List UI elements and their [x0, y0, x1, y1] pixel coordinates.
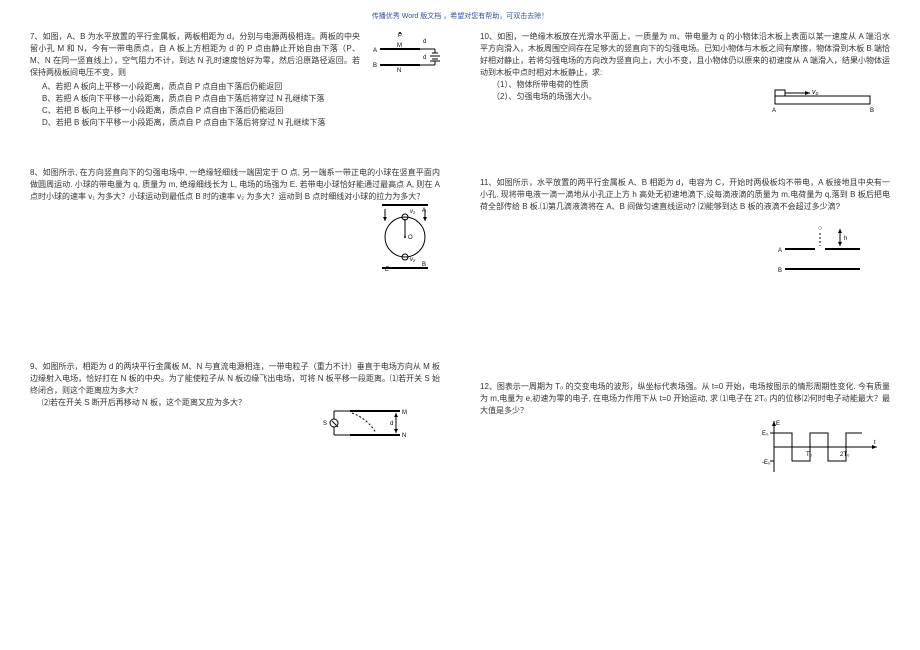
choice-7B: B、若把 A 板向下平移一小段距离，质点自 P 点自由下落后将穿过 N 孔继续下… — [42, 93, 360, 105]
fig-8-circle: A B O E v₁ v₂ — [370, 203, 440, 273]
problem-10: 10、如图，一绝缘木板放在光滑水平面上，一质量为 m、带电量为 q 的小物体沿木… — [480, 31, 890, 121]
problem-11: 11、如图所示，水平放置的两平行金属板 A、B 相距为 d，电容为 C，开始时两… — [480, 177, 890, 287]
right-column: 10、如图，一绝缘木板放在光滑水平面上，一质量为 m、带电量为 q 的小物体沿木… — [480, 31, 890, 489]
fig8-v2: v₂ — [410, 257, 416, 263]
fig12-mE0: -E₀ — [762, 460, 771, 466]
fig12-E0: E₀ — [762, 431, 769, 437]
fig7-A: A — [373, 48, 377, 54]
fig-9-svg: S M N d — [318, 405, 410, 445]
fig12-T0: T₀ — [806, 452, 813, 458]
fig-7-capacitor: P M N A B d d — [370, 31, 450, 81]
fig8-O: O — [408, 235, 413, 241]
problem-12-body: 图表示一周期为 T₀ 的交变电场的波形，纵坐标代表场强。从 t=0 开始，电场按… — [480, 382, 890, 415]
problem-7-body: 如图，A、B 为水平放置的平行金属板，两板相距为 d，分别与电源两极相连。两板的… — [30, 32, 360, 77]
problem-10-num: 10、 — [480, 32, 497, 41]
fig10-A: A — [772, 108, 776, 114]
fig-12-wave: E E₀ -E₀ T₀ 2T₀ t — [762, 417, 882, 477]
fig11-B: B — [778, 268, 782, 274]
fig-11-svg: ○ h A B — [770, 219, 880, 279]
problem-9: 9、如图所示，相距为 d 的两块平行金属板 M、N 与直流电源相连，一带电粒子（… — [30, 361, 440, 451]
fig9-S: S — [323, 421, 327, 427]
fig12-t: t — [874, 440, 876, 446]
problem-12: 12、图表示一周期为 T₀ 的交变电场的波形，纵坐标代表场强。从 t=0 开始，… — [480, 381, 890, 471]
fig11-h: h — [844, 236, 847, 242]
problem-11-body: 如图所示，水平放置的两平行金属板 A、B 相距为 d，电容为 C，开始时两极板均… — [480, 178, 890, 211]
left-column: 7、如图，A、B 为水平放置的平行金属板，两板相距为 d，分别与电源两极相连。两… — [30, 31, 440, 489]
fig-10-svg: v₀ A B — [770, 86, 880, 114]
fig9-M: M — [402, 410, 407, 416]
problem-10-text: 10、如图，一绝缘木板放在光滑水平面上，一质量为 m、带电量为 q 的小物体沿木… — [480, 31, 890, 79]
fig7-P: P — [398, 33, 402, 39]
fig12-E: E — [776, 421, 780, 427]
fig10-B: B — [870, 108, 874, 114]
problem-12-num: 12、 — [480, 382, 497, 391]
fig10-v0: v₀ — [812, 89, 819, 96]
fig-7-svg: P M N A B d d — [370, 31, 450, 81]
fig7-M: M — [397, 43, 402, 49]
fig7-B: B — [373, 63, 377, 69]
choice-7A: A、若把 A 板向上平移一小段距离，质点自 P 点自由下落后仍能返回 — [42, 81, 360, 93]
problem-9-text: 9、如图所示，相距为 d 的两块平行金属板 M、N 与直流电源相连，一带电粒子（… — [30, 361, 440, 397]
problem-7: 7、如图，A、B 为水平放置的平行金属板，两板相距为 d，分别与电源两极相连。两… — [30, 31, 440, 129]
fig-8-svg: A B O E v₁ v₂ — [370, 203, 440, 273]
page-header: 传播优秀 Word 版文档 ，希望对您有帮助，可双击去除！ — [30, 12, 890, 23]
choice-7C: C、若把 B 板向上平移一小段距离，质点自 P 点自由下落后仍能返回 — [42, 105, 360, 117]
fig-12-svg: E E₀ -E₀ T₀ 2T₀ t — [762, 417, 882, 477]
fig-11-plates: ○ h A B — [770, 219, 880, 279]
problem-7-text: 7、如图，A、B 为水平放置的平行金属板，两板相距为 d，分别与电源两极相连。两… — [30, 31, 360, 79]
fig11-A: A — [778, 248, 782, 254]
fig7-d1: d — [423, 39, 426, 45]
fig8-v1: v₁ — [410, 209, 415, 215]
column-wrapper: 7、如图，A、B 为水平放置的平行金属板，两板相距为 d，分别与电源两极相连。两… — [30, 31, 890, 489]
problem-8: 8、如图所示, 在方向竖直向下的匀强电场中, 一绝缘轻细线一端固定于 O 点, … — [30, 167, 440, 267]
problem-12-text: 12、图表示一周期为 T₀ 的交变电场的波形，纵坐标代表场强。从 t=0 开始，… — [480, 381, 890, 417]
problem-8-text: 8、如图所示, 在方向竖直向下的匀强电场中, 一绝缘轻细线一端固定于 O 点, … — [30, 167, 440, 203]
fig-9-plates: S M N d — [318, 405, 410, 445]
fig8-A: A — [422, 208, 426, 214]
problem-10-body: 如图，一绝缘木板放在光滑水平面上，一质量为 m、带电量为 q 的小物体沿木板上表… — [480, 32, 890, 77]
problem-11-text: 11、如图所示，水平放置的两平行金属板 A、B 相距为 d，电容为 C，开始时两… — [480, 177, 890, 213]
fig11-O: ○ — [818, 225, 822, 232]
problem-8-num: 8、 — [30, 168, 43, 177]
problem-7-choices: A、若把 A 板向上平移一小段距离，质点自 P 点自由下落后仍能返回 B、若把 … — [42, 81, 360, 129]
fig9-d: d — [390, 421, 393, 427]
fig8-B: B — [422, 262, 426, 268]
problem-11-num: 11、 — [480, 178, 497, 187]
fig-10-board: v₀ A B — [770, 86, 880, 114]
fig7-d2: d — [423, 55, 426, 61]
fig12-2T0: 2T₀ — [840, 452, 850, 458]
problem-9-body: 如图所示，相距为 d 的两块平行金属板 M、N 与直流电源相连，一带电粒子（重力… — [30, 362, 440, 395]
problem-8-body: 如图所示, 在方向竖直向下的匀强电场中, 一绝缘轻细线一端固定于 O 点, 另一… — [30, 168, 440, 201]
problem-9-num: 9、 — [30, 362, 42, 371]
fig7-N: N — [397, 68, 401, 74]
choice-7D: D、若把 B 板向下平移一小段距离，质点自 P 点自由下落后将穿过 N 孔继续下… — [42, 117, 360, 129]
problem-7-num: 7、 — [30, 32, 43, 41]
fig9-N: N — [402, 433, 406, 439]
